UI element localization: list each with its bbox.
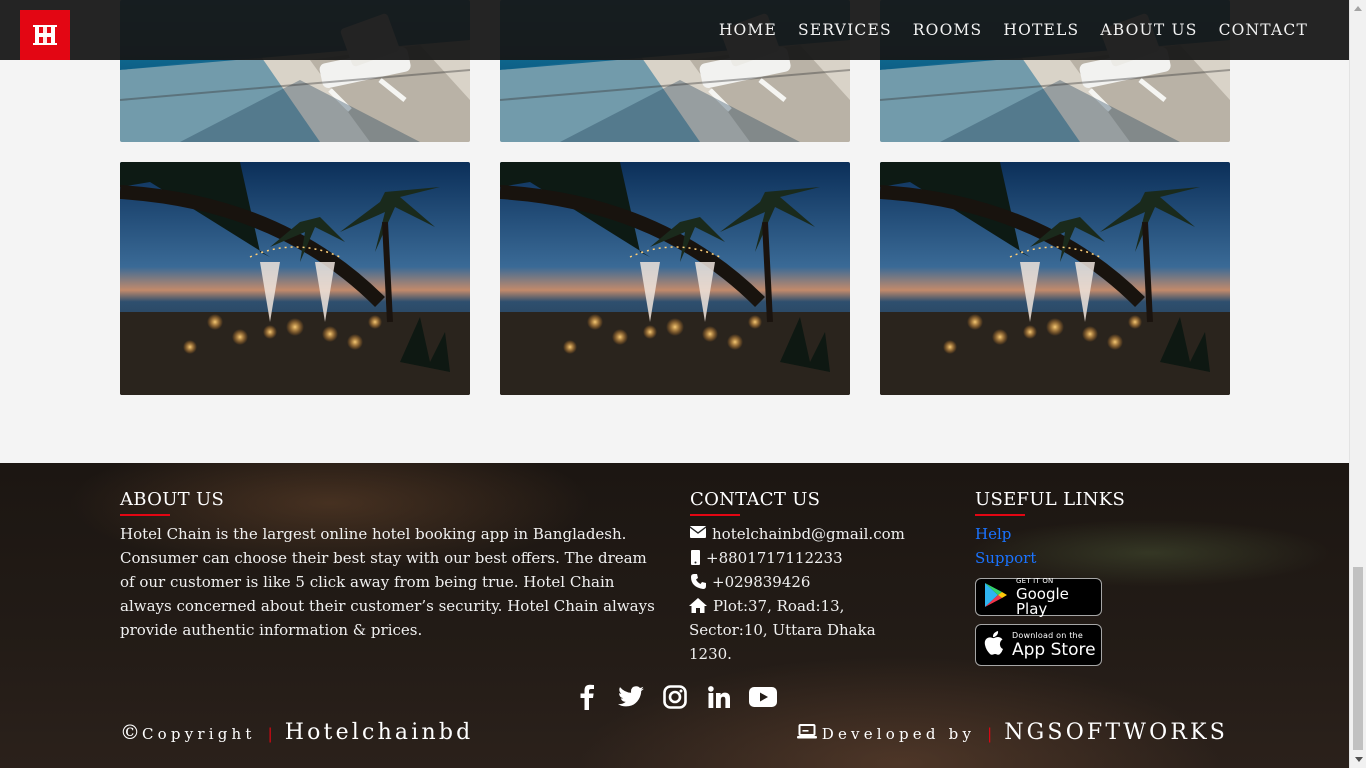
apple-icon: [984, 631, 1004, 659]
hotel-logo-icon: [33, 25, 57, 45]
google-play-text: GET IT ON Google Play: [1016, 576, 1101, 618]
facebook-icon[interactable]: [573, 683, 601, 711]
footer-about: ABOUT US Hotel Chain is the largest onli…: [120, 489, 665, 642]
heading-underline: [120, 514, 170, 516]
contact-heading: CONTACT US: [690, 489, 821, 510]
contact-address: Plot:37, Road:13, Sector:10, Uttara Dhak…: [689, 594, 920, 666]
about-heading: ABOUT US: [120, 489, 225, 510]
nav-home[interactable]: HOME: [719, 21, 777, 39]
mobile-icon: [690, 550, 700, 565]
nav-links: HOME SERVICES ROOMS HOTELS ABOUT US CONT…: [719, 0, 1308, 60]
google-play-icon: [984, 582, 1008, 612]
useful-links-heading: USEFUL LINKS: [975, 489, 1126, 510]
app-store-text: Download on the App Store: [1012, 630, 1096, 660]
footer: ABOUT US Hotel Chain is the largest onli…: [0, 463, 1349, 768]
logo[interactable]: [20, 10, 70, 60]
nav-rooms[interactable]: ROOMS: [913, 21, 983, 39]
instagram-icon[interactable]: [661, 683, 689, 711]
youtube-icon[interactable]: [748, 683, 777, 711]
twitter-icon[interactable]: [617, 683, 645, 711]
contact-phone-text: +029839426: [712, 573, 811, 591]
developer-company[interactable]: NGSOFTWORKS: [1004, 720, 1228, 745]
scrollbar-thumb[interactable]: [1353, 567, 1363, 750]
developed-by: Developed by | NGSOFTWORKS: [796, 720, 1228, 745]
developed-separator: |: [987, 725, 993, 743]
footer-contact: CONTACT US hotelchainbd@gmail.com +88017…: [689, 489, 920, 666]
about-text: Hotel Chain is the largest online hotel …: [120, 525, 655, 639]
gallery-image-beach-1[interactable]: [120, 162, 470, 395]
copyright: © Copyright | Hotelchainbd: [120, 720, 473, 745]
footer-useful-links: USEFUL LINKS Help Support GET IT ON Goog…: [975, 489, 1125, 666]
nav-hotels[interactable]: HOTELS: [1003, 21, 1079, 39]
copyright-label: Copyright: [142, 725, 256, 743]
copyright-icon: ©: [120, 720, 140, 744]
copyright-brand[interactable]: Hotelchainbd: [285, 720, 474, 745]
copyright-separator: |: [267, 725, 273, 743]
gallery-image-beach-2[interactable]: [500, 162, 850, 395]
social-links: [0, 683, 1349, 711]
phone-icon: [690, 574, 706, 589]
nav-about-us[interactable]: ABOUT US: [1100, 21, 1197, 39]
help-link[interactable]: Help: [975, 522, 1125, 546]
page-scrollbar[interactable]: [1349, 0, 1366, 768]
google-play-small: GET IT ON: [1016, 576, 1054, 585]
nav-contact[interactable]: CONTACT: [1219, 21, 1308, 39]
navbar: HOME SERVICES ROOMS HOTELS ABOUT US CONT…: [0, 0, 1349, 60]
support-link[interactable]: Support: [975, 546, 1125, 570]
heading-underline: [690, 514, 740, 516]
contact-email[interactable]: hotelchainbd@gmail.com: [690, 522, 920, 546]
contact-mobile[interactable]: +8801717112233: [690, 546, 920, 570]
nav-services[interactable]: SERVICES: [798, 21, 892, 39]
envelope-icon: [690, 526, 706, 538]
scrollbar-down-arrow[interactable]: [1350, 751, 1366, 768]
contact-phone[interactable]: +029839426: [690, 570, 920, 594]
developed-label: Developed by: [821, 725, 976, 743]
laptop-icon: [796, 724, 817, 739]
contact-email-text: hotelchainbd@gmail.com: [712, 525, 905, 543]
app-store-big: App Store: [1012, 639, 1096, 660]
heading-underline: [975, 514, 1025, 516]
contact-address-text: Plot:37, Road:13, Sector:10, Uttara Dhak…: [689, 597, 876, 663]
google-play-big: Google Play: [1016, 584, 1069, 618]
linkedin-icon[interactable]: [705, 683, 733, 711]
app-store-badge[interactable]: Download on the App Store: [975, 624, 1102, 666]
scrollbar-up-arrow[interactable]: [1350, 0, 1366, 17]
contact-mobile-text: +8801717112233: [706, 549, 843, 567]
app-store-small: Download on the: [1012, 630, 1083, 640]
google-play-badge[interactable]: GET IT ON Google Play: [975, 576, 1102, 618]
gallery-image-beach-3[interactable]: [880, 162, 1230, 395]
